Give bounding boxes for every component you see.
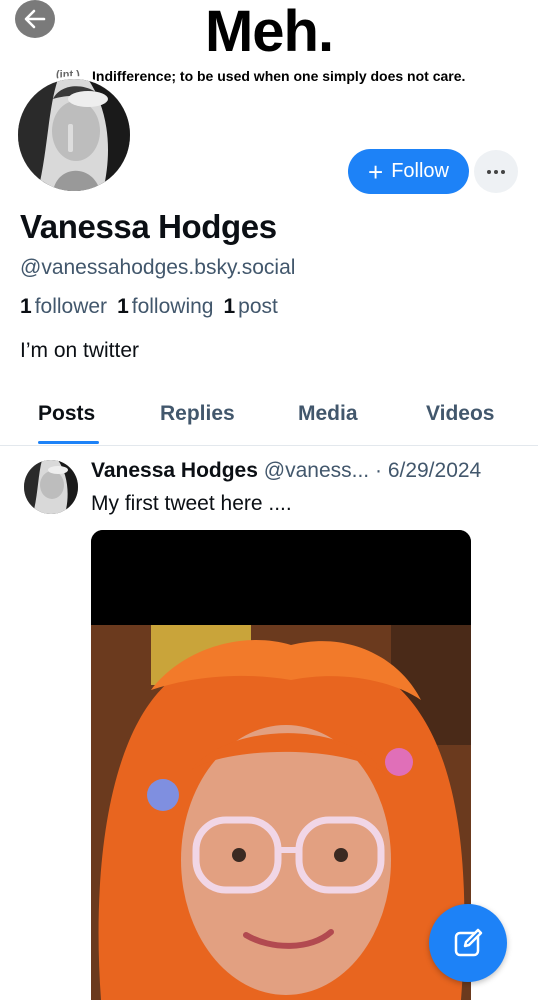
following-label: following	[131, 295, 214, 318]
tab-videos[interactable]: Videos	[426, 402, 494, 426]
post-author-handle[interactable]: @vaness...	[264, 459, 369, 482]
profile-avatar[interactable]	[15, 76, 133, 194]
posts-stat: 1 post	[223, 295, 277, 319]
post-author-name[interactable]: Vanessa Hodges	[91, 459, 258, 482]
avatar-image	[18, 79, 130, 191]
post-avatar-image	[24, 460, 78, 514]
profile-handle: @vanessahodges.bsky.social	[20, 256, 296, 279]
arrow-left-icon	[24, 9, 46, 29]
display-name: Vanessa Hodges	[20, 208, 277, 245]
active-tab-indicator	[38, 441, 99, 444]
profile-tabs: Posts Replies Media Videos	[0, 390, 538, 446]
following-link[interactable]: 1 following	[117, 295, 213, 319]
post-image[interactable]	[91, 530, 471, 1000]
post-separator: ·	[374, 459, 382, 482]
banner-subtitle: (int.) Indifference; to be used when one…	[56, 68, 466, 84]
followers-label: follower	[34, 295, 108, 318]
follow-button[interactable]: + Follow	[348, 149, 469, 194]
post-photo	[91, 530, 471, 1000]
post-author-avatar[interactable]	[24, 460, 78, 514]
back-button[interactable]	[15, 0, 55, 38]
tab-media[interactable]: Media	[298, 402, 358, 426]
followers-link[interactable]: 1 follower	[20, 295, 107, 319]
follow-label: Follow	[391, 160, 449, 182]
profile-bio: I’m on twitter	[20, 339, 140, 362]
tab-posts[interactable]: Posts	[38, 402, 95, 426]
followers-count: 1	[20, 295, 32, 318]
posts-count: 1	[223, 295, 236, 318]
tab-replies[interactable]: Replies	[160, 402, 235, 426]
following-count: 1	[117, 295, 129, 318]
posts-label: post	[238, 295, 278, 318]
banner-subtitle-text: Indifference; to be used when one simply…	[92, 68, 466, 84]
compose-button[interactable]	[429, 904, 507, 982]
profile-stats: 1 follower 1 following 1 post	[20, 295, 278, 319]
more-options-button[interactable]	[474, 150, 518, 193]
plus-icon: +	[368, 156, 384, 187]
ellipsis-icon	[487, 169, 505, 174]
post-header: Vanessa Hodges @vaness... · 6/29/2024	[91, 459, 531, 483]
banner-title: Meh.	[204, 0, 334, 64]
post-text: My first tweet here ....	[91, 492, 292, 515]
compose-icon	[454, 928, 483, 957]
post-date[interactable]: 6/29/2024	[388, 459, 481, 482]
